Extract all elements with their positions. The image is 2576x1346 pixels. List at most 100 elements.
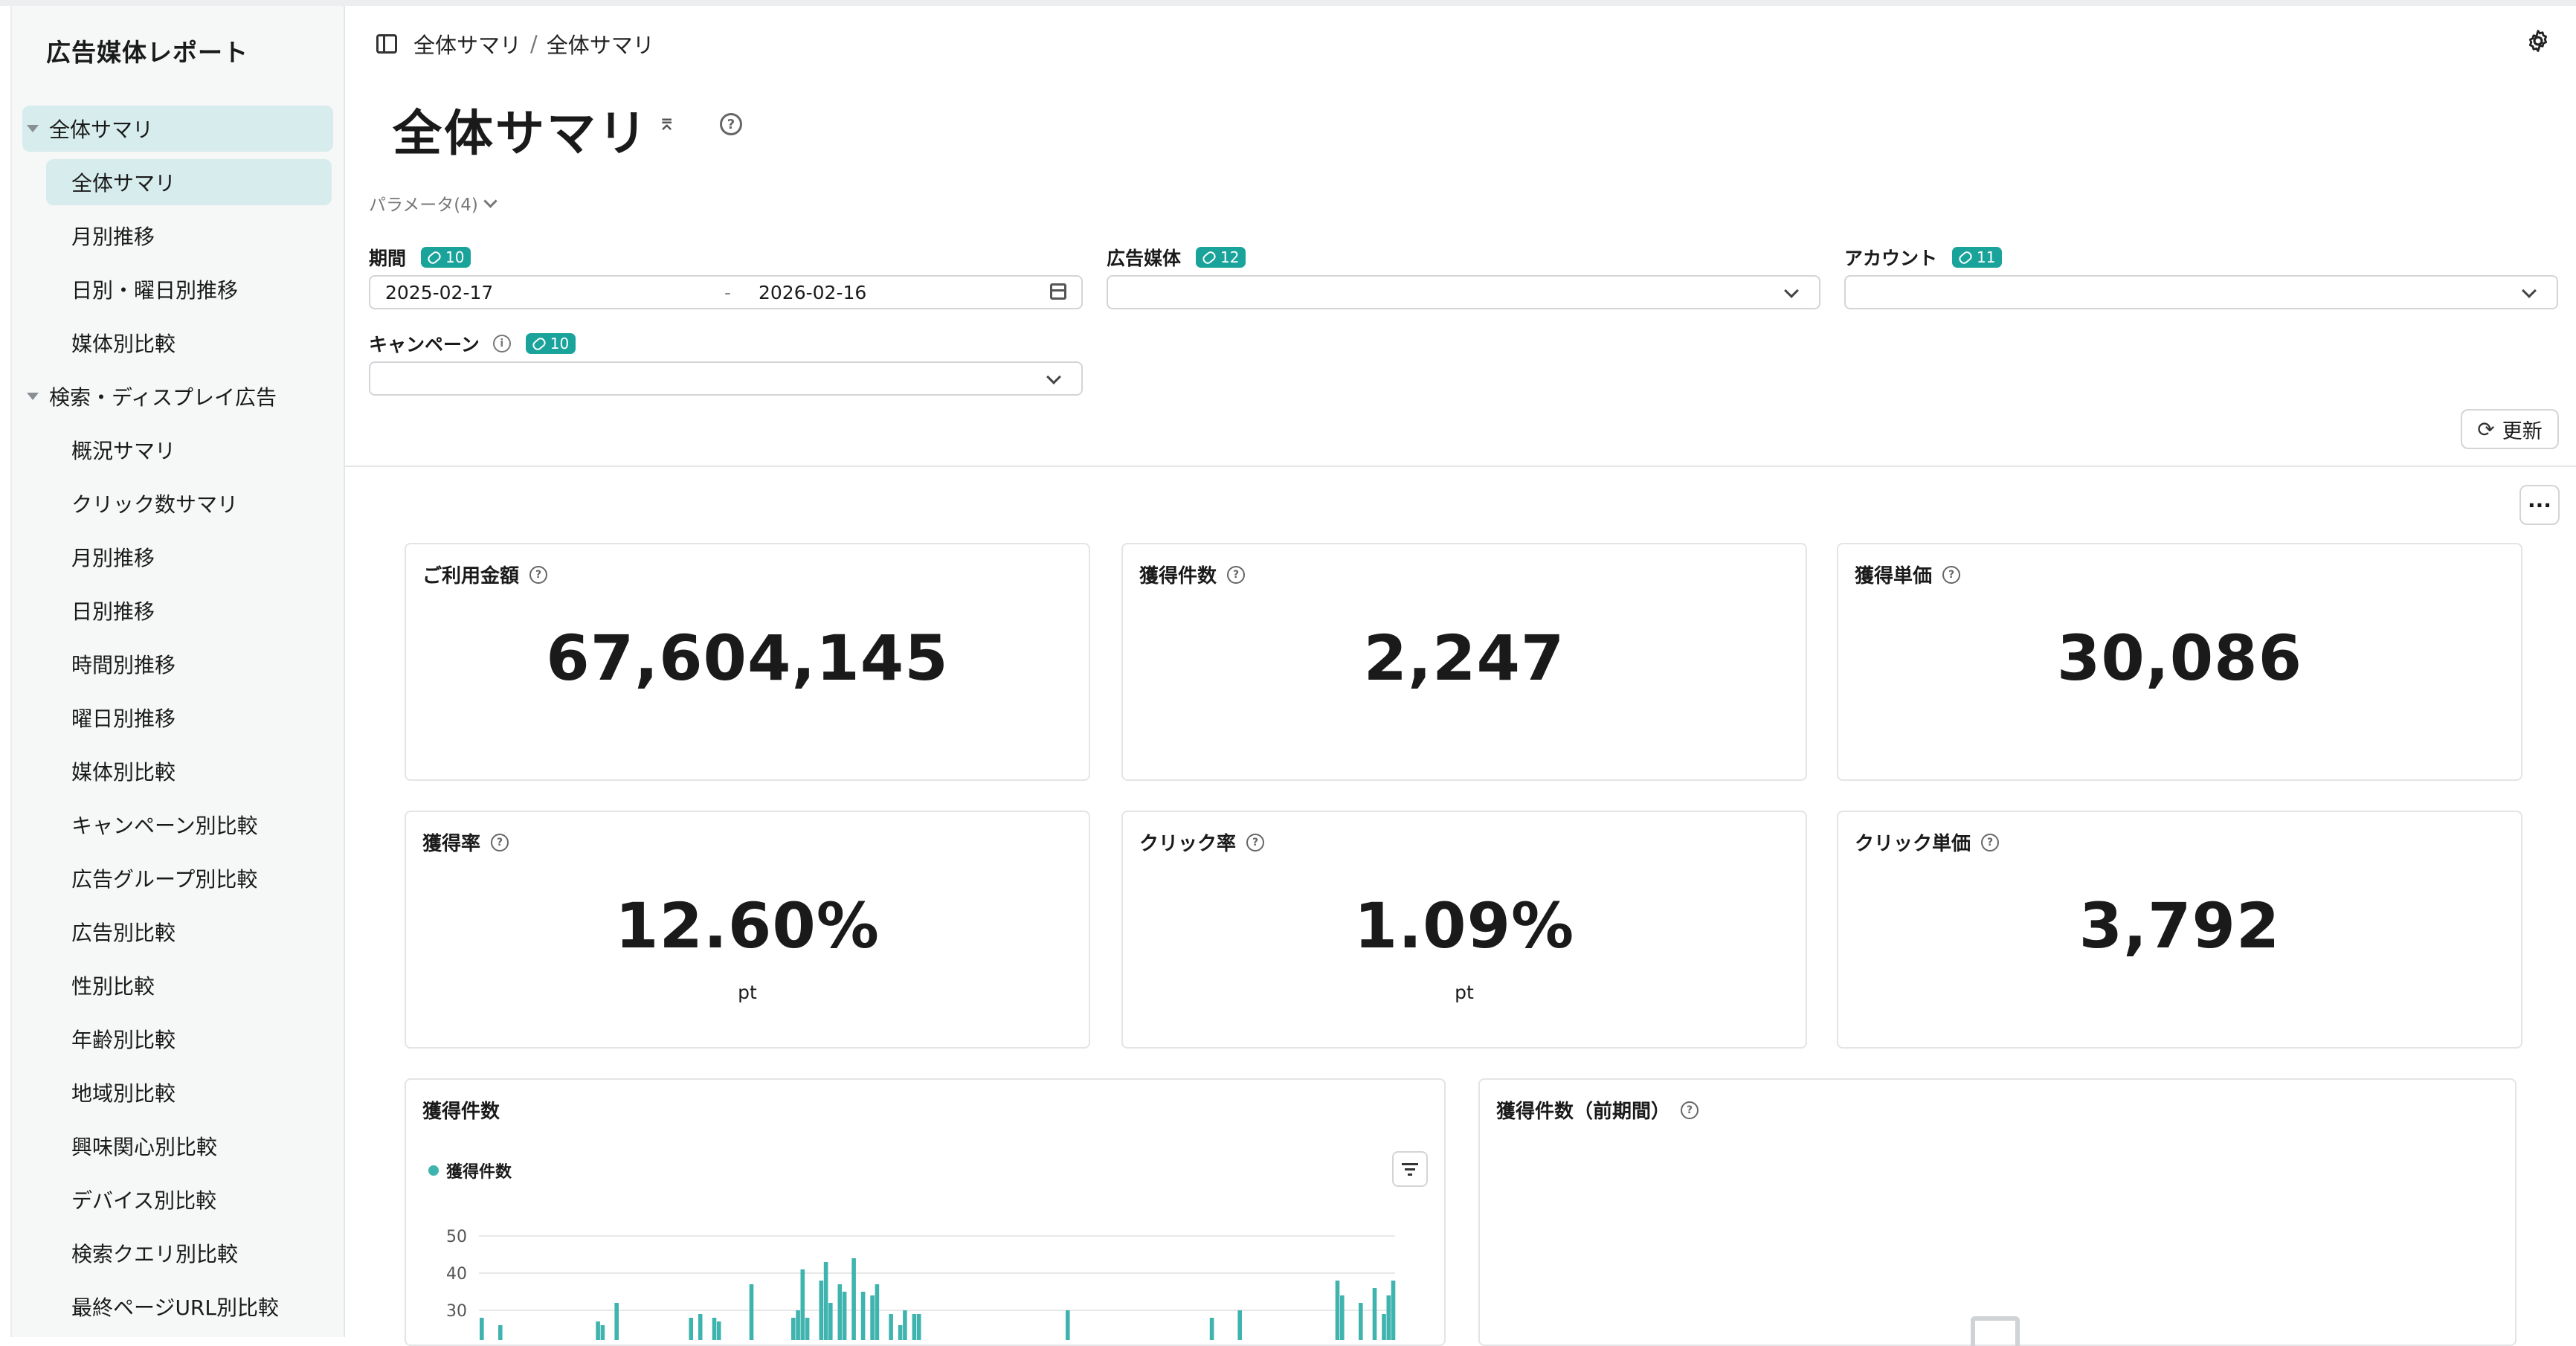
sidebar-item[interactable]: 地域別比較 xyxy=(46,1069,332,1115)
breadcrumb-item-current: 全体サマリ xyxy=(546,33,654,58)
sidebar-item[interactable]: 全体サマリ xyxy=(46,159,332,205)
parameters-toggle[interactable]: パラメータ(4) xyxy=(369,190,498,216)
sidebar-item[interactable]: デバイス別比較 xyxy=(46,1176,332,1223)
campaign-badge-count: 10 xyxy=(550,335,570,352)
help-icon[interactable]: ? xyxy=(491,833,509,851)
sidebar-item[interactable]: 広告グループ別比較 xyxy=(46,855,332,901)
help-icon[interactable]: ? xyxy=(1246,833,1265,851)
more-options-button[interactable]: ··· xyxy=(2519,485,2560,525)
account-label-text: アカウント xyxy=(1844,248,1938,269)
bar[interactable] xyxy=(698,1314,703,1340)
bar[interactable] xyxy=(1382,1314,1386,1340)
help-icon[interactable]: ? xyxy=(1681,1101,1699,1119)
bar[interactable] xyxy=(828,1303,833,1340)
sidebar-item-label: 日別・曜日別推移 xyxy=(71,278,239,303)
pin-icon[interactable]: ⌆ xyxy=(657,110,676,136)
account-link-badge[interactable]: 11 xyxy=(1952,247,2003,268)
sidebar-item[interactable]: 興味関心別比較 xyxy=(46,1123,332,1169)
period-date-range-input[interactable]: 2025-02-17 - 2026-02-16 xyxy=(369,275,1083,309)
bar[interactable] xyxy=(800,1269,805,1340)
sidebar-item[interactable]: 性別比較 xyxy=(46,962,332,1008)
bar[interactable] xyxy=(837,1284,843,1340)
bar[interactable] xyxy=(1340,1295,1345,1340)
bar[interactable] xyxy=(889,1314,893,1340)
help-icon[interactable]: ? xyxy=(1981,833,2000,851)
bar[interactable] xyxy=(912,1314,917,1340)
sidebar-item[interactable]: キャンペーン別比較 xyxy=(46,802,332,848)
sidebar-item[interactable]: 媒体別比較 xyxy=(46,748,332,794)
kpi-title-text: クリック単価 xyxy=(1855,833,1971,855)
help-icon[interactable]: ? xyxy=(529,565,548,584)
bar[interactable] xyxy=(860,1292,866,1340)
sidebar-item[interactable]: 月別推移 xyxy=(46,534,332,580)
sidebar-item[interactable]: 曜日別推移 xyxy=(46,695,332,741)
help-icon[interactable]: ? xyxy=(1942,565,1961,584)
bar[interactable] xyxy=(1237,1310,1242,1340)
bar[interactable] xyxy=(916,1314,921,1340)
sidebar-item[interactable]: 日別推移 xyxy=(46,587,332,634)
bar[interactable] xyxy=(596,1321,600,1340)
help-icon[interactable]: ? xyxy=(720,113,742,135)
bar[interactable] xyxy=(749,1284,754,1340)
bar[interactable] xyxy=(1391,1281,1396,1340)
bar[interactable] xyxy=(870,1295,875,1340)
media-select[interactable] xyxy=(1107,275,1820,309)
info-icon[interactable]: i xyxy=(492,335,511,352)
bar[interactable] xyxy=(1386,1295,1391,1340)
toggle-sidebar-icon[interactable] xyxy=(376,34,397,54)
refresh-button[interactable]: ⟳ 更新 xyxy=(2461,409,2559,449)
kpi-value: 1.09% xyxy=(1353,889,1575,962)
sidebar-item[interactable]: 月別推移 xyxy=(46,213,332,259)
sidebar-item[interactable]: 時間別推移 xyxy=(46,641,332,687)
link-icon xyxy=(1957,249,1974,265)
sidebar-item[interactable]: 年齢別比較 xyxy=(46,1016,332,1062)
calendar-icon[interactable] xyxy=(1050,283,1066,300)
bar[interactable] xyxy=(600,1325,605,1340)
sidebar-item-label: 興味関心別比較 xyxy=(71,1135,218,1159)
period-start-date[interactable]: 2025-02-17 xyxy=(385,282,493,303)
sidebar-item-label: 全体サマリ xyxy=(71,171,176,196)
sidebar-item[interactable]: 広告別比較 xyxy=(46,909,332,955)
app-shell: 広告媒体レポート 全体サマリ 全体サマリ 月別推移 日別・曜日別推移 媒体別比較 検索・デ… xyxy=(0,6,2576,1346)
sidebar-item[interactable]: 概況サマリ xyxy=(46,427,332,473)
sidebar-item[interactable]: 日別・曜日別推移 xyxy=(46,266,332,312)
bar[interactable] xyxy=(1066,1310,1070,1340)
bar[interactable] xyxy=(716,1321,721,1340)
period-end-date[interactable]: 2026-02-16 xyxy=(759,282,866,303)
sidebar-item[interactable]: 媒体別比較 xyxy=(46,320,332,366)
settings-gear-icon[interactable] xyxy=(2525,28,2551,54)
period-link-badge[interactable]: 10 xyxy=(421,247,471,268)
sidebar-item[interactable]: 検索クエリ別比較 xyxy=(46,1230,332,1276)
help-icon[interactable]: ? xyxy=(1227,565,1246,584)
bar[interactable] xyxy=(796,1310,800,1340)
sidebar-item-label: キャンペーン別比較 xyxy=(71,814,258,838)
sidebar-item-label: 性別比較 xyxy=(71,974,155,999)
bar[interactable] xyxy=(1372,1288,1377,1340)
media-link-badge[interactable]: 12 xyxy=(1196,247,1246,268)
sidebar-item-label: 検索クエリ別比較 xyxy=(71,1242,239,1266)
bar[interactable] xyxy=(614,1303,619,1340)
bar[interactable] xyxy=(819,1281,824,1340)
campaign-select[interactable] xyxy=(369,361,1083,396)
bar[interactable] xyxy=(1335,1281,1340,1340)
sidebar-group[interactable]: 検索・ディスプレイ広告 xyxy=(22,373,333,419)
campaign-link-badge[interactable]: 10 xyxy=(525,333,576,354)
bar[interactable] xyxy=(903,1310,907,1340)
kpi-title: クリック率? xyxy=(1139,828,1265,856)
bar[interactable] xyxy=(875,1284,880,1340)
kpi-title: 獲得件数? xyxy=(1139,561,1246,588)
sidebar-item[interactable]: 最終ページURL別比較 xyxy=(46,1284,332,1330)
bar[interactable] xyxy=(823,1262,828,1340)
bar[interactable] xyxy=(851,1258,856,1340)
sidebar-group[interactable]: 全体サマリ xyxy=(22,106,333,152)
bar[interactable] xyxy=(1359,1303,1363,1340)
account-select[interactable] xyxy=(1844,275,2558,309)
bar[interactable] xyxy=(842,1292,847,1340)
breadcrumb-item[interactable]: 全体サマリ xyxy=(413,28,521,59)
bar[interactable] xyxy=(498,1325,503,1340)
account-badge-count: 11 xyxy=(1977,248,1996,266)
bar[interactable] xyxy=(898,1325,903,1340)
sidebar-item[interactable]: クリック数サマリ xyxy=(46,480,332,527)
y-tick-label: 40 xyxy=(446,1265,467,1284)
sidebar-item-label: 月別推移 xyxy=(71,546,155,570)
